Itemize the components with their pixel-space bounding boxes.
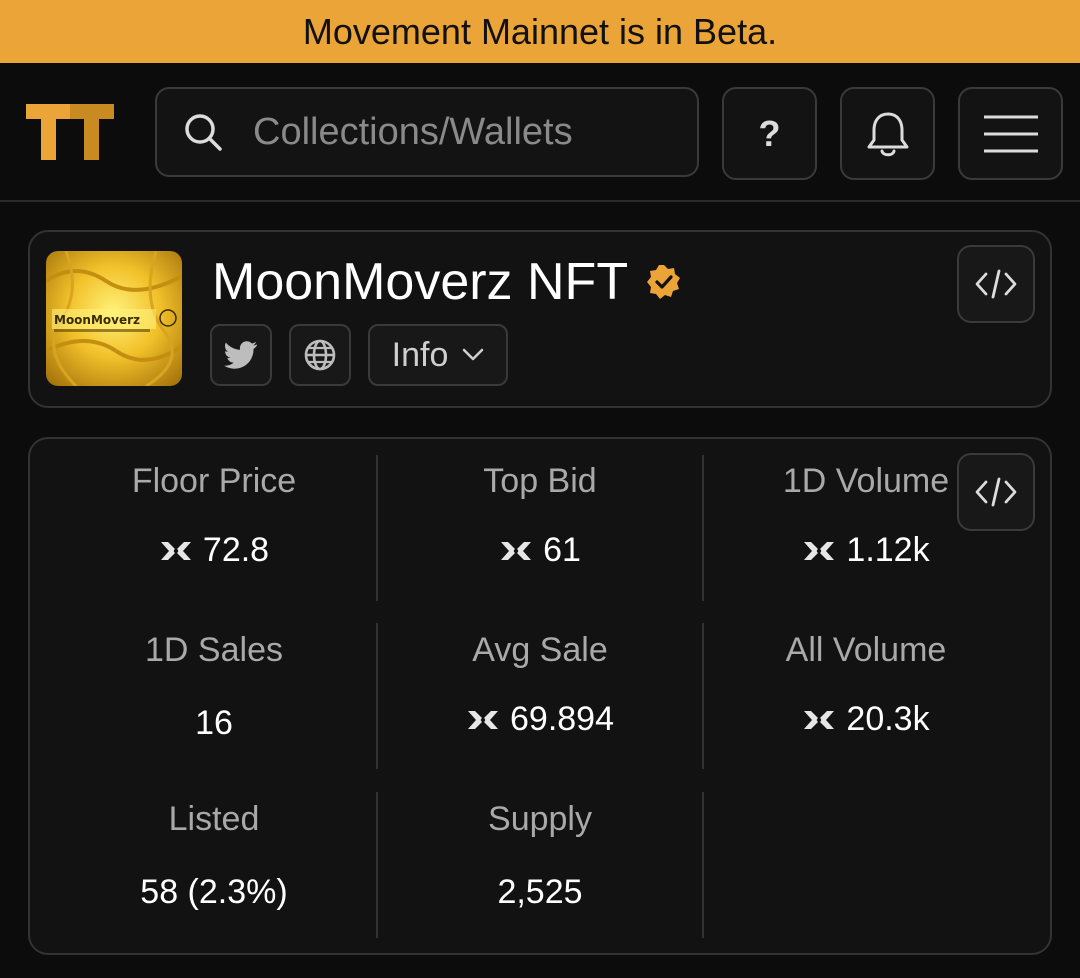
search-placeholder: Collections/Wallets (253, 110, 573, 153)
website-button[interactable] (289, 324, 351, 386)
stat-value: 69.894 (380, 700, 700, 739)
stat-floor-price: Floor Price 72.8 (54, 462, 374, 570)
stat-label: Floor Price (131, 462, 297, 500)
collection-title-row: MoonMoverz NFT (212, 252, 682, 312)
move-token-icon (804, 541, 835, 560)
code-icon (975, 269, 1017, 299)
globe-icon (304, 339, 336, 371)
search-icon (185, 114, 222, 151)
menu-button[interactable] (958, 87, 1063, 180)
logo-icon[interactable] (26, 104, 114, 160)
bell-icon (867, 112, 908, 156)
menu-icon (983, 115, 1038, 152)
stat-label: Avg Sale (472, 631, 608, 669)
notifications-button[interactable] (840, 87, 935, 180)
stat-top-bid: Top Bid 61 (380, 462, 700, 570)
divider (702, 792, 704, 938)
collection-image: MoonMoverz (46, 251, 182, 386)
chevron-down-icon (463, 348, 484, 361)
stat-label: Top Bid (483, 462, 597, 500)
twitter-button[interactable] (210, 324, 272, 386)
stat-1d-sales: 1D Sales 16 (54, 631, 374, 743)
divider (376, 792, 378, 938)
stat-value: 58 (2.3%) (140, 873, 288, 911)
embed-code-button[interactable] (957, 245, 1035, 323)
stat-label: Supply (488, 800, 592, 838)
thumb-text: MoonMoverz (54, 313, 140, 327)
stat-value: 61 (380, 531, 700, 570)
help-button[interactable]: ? (722, 87, 817, 180)
stat-value: 16 (195, 704, 233, 742)
move-token-icon (501, 541, 532, 560)
info-label: Info (391, 335, 449, 374)
stat-value: 2,525 (497, 873, 583, 911)
stat-label: 1D Sales (145, 631, 283, 669)
divider (376, 455, 378, 601)
move-token-icon (468, 710, 498, 729)
stat-value: 1.12k (706, 531, 1026, 570)
collection-name: MoonMoverz NFT (212, 253, 629, 311)
move-token-icon (160, 541, 191, 560)
twitter-icon (224, 341, 257, 369)
move-token-icon (804, 710, 835, 729)
stat-label: Listed (168, 800, 260, 838)
code-icon (975, 477, 1017, 507)
stat-value: 72.8 (54, 531, 374, 570)
divider (376, 623, 378, 769)
stat-avg-sale: Avg Sale 69.894 (380, 631, 700, 739)
verified-icon (647, 265, 681, 299)
beta-banner: Movement Mainnet is in Beta. (0, 0, 1080, 63)
stat-listed: Listed 58 (2.3%) (54, 800, 374, 912)
divider (702, 455, 704, 601)
stat-all-volume: All Volume 20.3k (706, 631, 1026, 739)
search-input[interactable]: Collections/Wallets (155, 87, 699, 177)
stat-label: All Volume (785, 631, 947, 669)
banner-text: Movement Mainnet is in Beta. (302, 10, 778, 52)
divider (702, 623, 704, 769)
stat-supply: Supply 2,525 (380, 800, 700, 912)
embed-code-button-stats[interactable] (957, 453, 1035, 531)
help-label: ? (758, 112, 781, 154)
info-dropdown[interactable]: Info (368, 324, 508, 386)
stat-value: 20.3k (706, 700, 1026, 739)
